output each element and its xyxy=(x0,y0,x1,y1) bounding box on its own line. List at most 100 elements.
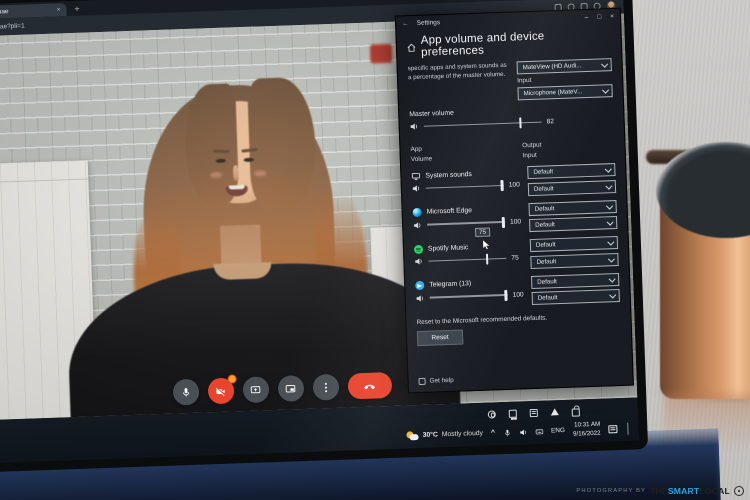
speaker-icon xyxy=(410,122,419,131)
present-screen-button[interactable] xyxy=(242,376,269,403)
tray-chat-icon[interactable] xyxy=(530,408,538,416)
tab-title: ik-xbnt-uae xyxy=(0,7,52,17)
more-options-icon xyxy=(323,382,327,393)
chevron-down-icon xyxy=(606,219,612,225)
get-help-link[interactable]: Get help xyxy=(418,377,453,385)
slider-thumb[interactable] xyxy=(505,290,508,301)
input-dropdown[interactable]: Default xyxy=(530,253,618,269)
settings-window-title: Settings xyxy=(416,19,440,27)
chevron-down-icon xyxy=(607,239,613,245)
speaker-icon xyxy=(414,257,423,266)
page-description: specific apps and system sounds as a per… xyxy=(408,62,510,105)
input-device-dropdown[interactable]: Microphone (MateV... xyxy=(517,84,612,100)
app-row-microsoft-edge: Microsoft Edge 100 Default Default xyxy=(413,200,618,237)
mouse-cursor xyxy=(482,239,491,251)
chevron-down-icon xyxy=(608,276,614,282)
master-volume-slider[interactable]: 82 xyxy=(410,115,614,131)
present-screen-icon xyxy=(250,384,261,395)
slider-thumb[interactable] xyxy=(485,254,488,265)
microphone-button[interactable] xyxy=(172,379,199,406)
photo-scene: ik-xbnt-uae × + – ik-xbnt-uae?pli=1 xyxy=(0,0,750,500)
app-row-system-sounds: System sounds 100 Default Default xyxy=(411,163,616,200)
output-dropdown[interactable]: Default xyxy=(531,273,619,289)
more-options-button[interactable] xyxy=(312,374,339,401)
photographer-watermark: PHOTOGRAPHY BY THESMARTLOCAL xyxy=(576,486,744,496)
chevron-down-icon xyxy=(602,87,608,93)
output-dropdown[interactable]: Default xyxy=(527,163,615,179)
chevron-down-icon xyxy=(605,166,611,172)
tray-info-circle-icon[interactable] xyxy=(488,410,496,418)
mini-player-button[interactable] xyxy=(277,375,304,402)
end-call-icon xyxy=(363,381,376,390)
new-tab-button[interactable]: + xyxy=(74,3,80,16)
telegram-icon xyxy=(415,281,424,290)
spotify-icon xyxy=(414,245,423,254)
camera-off-button[interactable] xyxy=(207,378,234,405)
weather-widget[interactable]: 30°C Mostly cloudy xyxy=(406,429,483,441)
chevron-down-icon xyxy=(606,203,612,209)
speaker-icon xyxy=(416,294,425,303)
weather-temp: 30°C xyxy=(423,431,438,439)
speaker-icon xyxy=(412,184,421,193)
chevron-down-icon xyxy=(609,292,615,298)
weather-icon xyxy=(406,431,418,440)
taskbar-date: 9/16/2022 xyxy=(573,429,601,438)
notification-badge xyxy=(227,374,236,383)
spotify-volume-slider[interactable]: 75 xyxy=(414,254,522,267)
tray-lock-icon[interactable] xyxy=(572,408,580,416)
mini-player-icon xyxy=(285,383,296,394)
maximize-button[interactable]: □ xyxy=(597,13,601,20)
address-bar[interactable]: ik-xbnt-uae?pli=1 xyxy=(0,23,25,32)
taskbar-clock[interactable]: 10:31 AM 9/16/2022 xyxy=(573,421,601,438)
home-icon xyxy=(407,42,416,51)
camera-off-icon xyxy=(215,385,226,396)
reset-description: Reset to the Microsoft recommended defau… xyxy=(416,312,620,326)
watermark-prefix: PHOTOGRAPHY BY xyxy=(576,488,646,494)
minimize-button[interactable]: – xyxy=(585,14,589,21)
settings-window: ← Settings – □ × App volume and device p… xyxy=(395,8,634,394)
system-sounds-icon xyxy=(411,172,420,181)
taskbar-microphone-icon[interactable] xyxy=(503,428,511,436)
slider-thumb[interactable] xyxy=(502,217,505,228)
microsoft-edge-icon xyxy=(413,208,422,217)
page-title: App volume and device preferences xyxy=(407,28,612,59)
copper-mug xyxy=(650,142,750,404)
output-dropdown[interactable]: Default xyxy=(528,200,616,216)
input-label: Input xyxy=(517,74,612,84)
system-sounds-slider[interactable]: 100 xyxy=(412,181,520,194)
close-button[interactable]: × xyxy=(610,13,614,20)
slider-thumb[interactable] xyxy=(519,118,522,129)
microphone-icon xyxy=(180,387,190,397)
output-dropdown[interactable]: Default xyxy=(530,236,618,252)
watermark-logo xyxy=(734,486,744,496)
chevron-down-icon xyxy=(605,183,611,189)
output-device-dropdown[interactable]: MateView (HD Audi... xyxy=(516,58,611,74)
chevron-down-icon xyxy=(608,256,614,262)
telegram-volume-slider[interactable]: 100 xyxy=(416,290,524,303)
hidden-icons-chevron[interactable]: ^ xyxy=(491,429,495,436)
speaker-icon xyxy=(413,221,422,230)
input-dropdown[interactable]: Default xyxy=(528,180,616,196)
show-desktop-strip[interactable] xyxy=(627,422,628,434)
chevron-down-icon xyxy=(601,61,607,67)
slider-value-tooltip: 75 xyxy=(475,228,490,238)
slider-thumb[interactable] xyxy=(501,180,504,191)
app-row-telegram: Telegram (13) 100 Default Default xyxy=(415,273,620,310)
tray-pc-icon[interactable] xyxy=(509,409,517,417)
input-dropdown[interactable]: Default xyxy=(532,289,620,305)
reset-button[interactable]: Reset xyxy=(417,330,463,347)
watermark-brand: THESMARTLOCAL xyxy=(650,486,730,496)
touch-keyboard-icon[interactable] xyxy=(535,427,543,435)
app-row-spotify: 75 Spotify Music 75 xyxy=(414,236,619,273)
input-dropdown[interactable]: Default xyxy=(529,216,617,232)
edge-volume-slider[interactable]: 100 xyxy=(413,217,521,230)
end-call-button[interactable] xyxy=(347,372,392,400)
back-arrow-icon[interactable]: ← xyxy=(402,20,409,27)
language-indicator[interactable]: ENG xyxy=(551,427,565,434)
tab-close-icon[interactable]: × xyxy=(57,6,61,13)
action-center-icon[interactable] xyxy=(608,425,617,433)
laptop-screen: ik-xbnt-uae × + – ik-xbnt-uae?pli=1 xyxy=(0,0,648,473)
screen-content: ik-xbnt-uae × + – ik-xbnt-uae?pli=1 xyxy=(0,0,639,463)
tray-drive-icon[interactable] xyxy=(551,408,559,415)
taskbar-speaker-icon[interactable] xyxy=(519,428,527,436)
